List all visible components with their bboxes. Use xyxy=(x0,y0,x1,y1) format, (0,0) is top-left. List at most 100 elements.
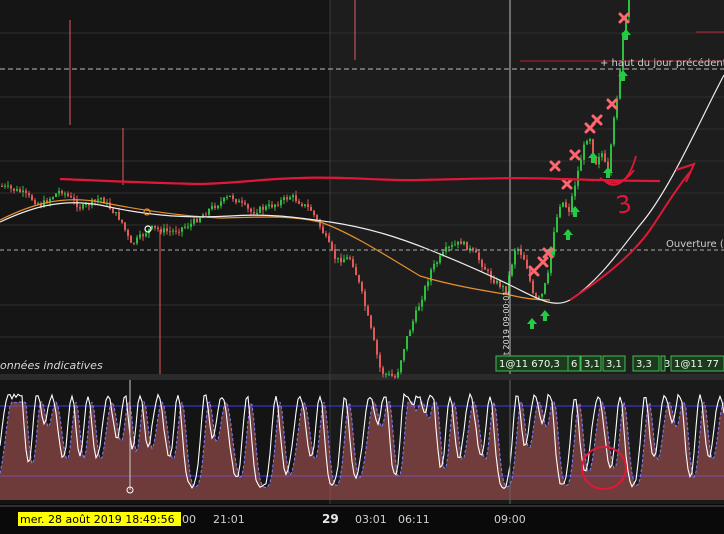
candle xyxy=(298,201,300,204)
candle xyxy=(559,206,561,218)
candle xyxy=(208,208,210,215)
candle xyxy=(313,210,315,216)
order-label: 3,1 xyxy=(606,359,622,370)
candle xyxy=(217,205,219,209)
candle xyxy=(34,200,36,205)
candle xyxy=(610,144,612,173)
plot-bg-left xyxy=(0,0,330,374)
candle xyxy=(127,229,129,236)
candle xyxy=(280,200,282,206)
candle xyxy=(502,286,504,288)
candle xyxy=(187,226,189,228)
candle xyxy=(211,205,213,209)
candle xyxy=(4,185,6,187)
candle xyxy=(367,306,369,316)
candle xyxy=(139,234,141,238)
candle xyxy=(586,140,588,145)
candle xyxy=(382,367,384,374)
candle xyxy=(340,257,342,263)
candle xyxy=(526,259,528,269)
candle xyxy=(463,241,465,245)
candle xyxy=(415,310,417,322)
candle xyxy=(484,266,486,270)
candle xyxy=(499,280,501,287)
x-tick: 09:00 xyxy=(494,513,526,526)
candle xyxy=(289,197,291,200)
candle xyxy=(307,204,309,207)
x-tick: 29 xyxy=(322,512,339,526)
candle xyxy=(388,373,390,375)
candle xyxy=(70,196,72,198)
candle xyxy=(310,206,312,211)
candle xyxy=(1,186,3,187)
candle xyxy=(79,207,81,209)
candle xyxy=(175,230,177,232)
candle xyxy=(58,190,60,194)
candle xyxy=(130,235,132,243)
candle xyxy=(265,206,267,210)
prev-high-label: + haut du jour précédent xyxy=(600,57,724,69)
candle xyxy=(397,372,399,378)
candle xyxy=(403,349,405,361)
candle xyxy=(427,281,429,287)
candle xyxy=(205,214,207,216)
order-label: 1@11 77 xyxy=(674,359,719,370)
x-tick: 21:01 xyxy=(213,513,245,526)
order-label: 6 xyxy=(571,359,577,370)
candle xyxy=(247,204,249,209)
candle xyxy=(337,257,339,259)
candle xyxy=(409,330,411,337)
candle xyxy=(232,195,234,200)
candle xyxy=(325,233,327,236)
candle xyxy=(334,248,336,259)
candle xyxy=(241,200,243,203)
candle xyxy=(76,200,78,208)
candle xyxy=(292,195,294,198)
candle xyxy=(481,259,483,267)
candle xyxy=(379,354,381,368)
candle xyxy=(133,242,135,244)
candle xyxy=(274,204,276,208)
candle xyxy=(361,282,363,292)
candle xyxy=(538,296,540,298)
candle xyxy=(277,204,279,206)
candle xyxy=(253,211,255,214)
candle xyxy=(181,227,183,232)
candle xyxy=(184,226,186,228)
candle xyxy=(22,190,24,193)
candle xyxy=(268,204,270,207)
candle xyxy=(154,225,156,228)
candle xyxy=(229,195,231,197)
candle xyxy=(295,195,297,202)
candle xyxy=(424,286,426,300)
candle xyxy=(64,193,66,195)
candle xyxy=(457,241,459,245)
candle xyxy=(604,153,606,162)
candle xyxy=(220,201,222,206)
candle xyxy=(304,204,306,207)
candle xyxy=(94,199,96,201)
candle xyxy=(121,219,123,223)
candle xyxy=(433,264,435,270)
candle xyxy=(97,199,99,201)
plot-bg-right xyxy=(330,0,724,374)
candle xyxy=(250,208,252,212)
candlestick-chart[interactable]: 3 + haut du jour précédent Ouverture ( o… xyxy=(0,0,724,534)
candle xyxy=(406,336,408,350)
candle xyxy=(544,283,546,294)
candle xyxy=(577,170,579,186)
candle xyxy=(355,267,357,276)
candle xyxy=(172,230,174,232)
candle xyxy=(454,244,456,246)
candle xyxy=(19,189,21,193)
candle xyxy=(346,257,348,260)
order-label: 1@11 670,3 xyxy=(499,359,560,370)
candle xyxy=(235,199,237,203)
candle xyxy=(328,235,330,243)
candle xyxy=(601,153,603,158)
chart-window: 3 + haut du jour précédent Ouverture ( o… xyxy=(0,0,724,534)
candle xyxy=(448,246,450,248)
candle xyxy=(238,200,240,203)
candle xyxy=(460,241,462,245)
candle xyxy=(352,258,354,268)
